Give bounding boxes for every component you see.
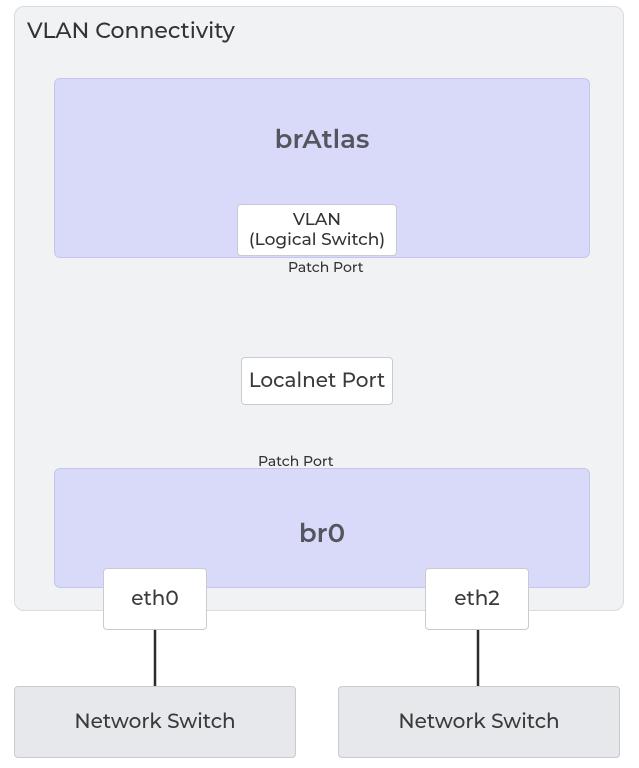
interface-eth2-box: eth2: [425, 568, 529, 630]
network-switch-left: Network Switch: [14, 686, 296, 758]
bridge-bratlas-label: brAtlas: [55, 123, 589, 155]
patch-port-label-top: Patch Port: [288, 258, 364, 276]
bridge-br0-label: br0: [55, 517, 589, 549]
network-switch-right: Network Switch: [338, 686, 620, 758]
vlan-label-line1: VLAN: [293, 210, 341, 230]
vlan-label-line2: (Logical Switch): [249, 230, 385, 250]
interface-eth2-label: eth2: [454, 587, 500, 611]
panel-title: VLAN Connectivity: [27, 17, 235, 44]
localnet-port-box: Localnet Port: [241, 357, 393, 405]
interface-eth0-label: eth0: [131, 587, 178, 611]
network-switch-right-label: Network Switch: [398, 710, 559, 734]
network-switch-left-label: Network Switch: [74, 710, 235, 734]
vlan-logical-switch-box: VLAN (Logical Switch): [237, 204, 397, 256]
localnet-port-label: Localnet Port: [249, 369, 386, 393]
interface-eth0-box: eth0: [103, 568, 207, 630]
